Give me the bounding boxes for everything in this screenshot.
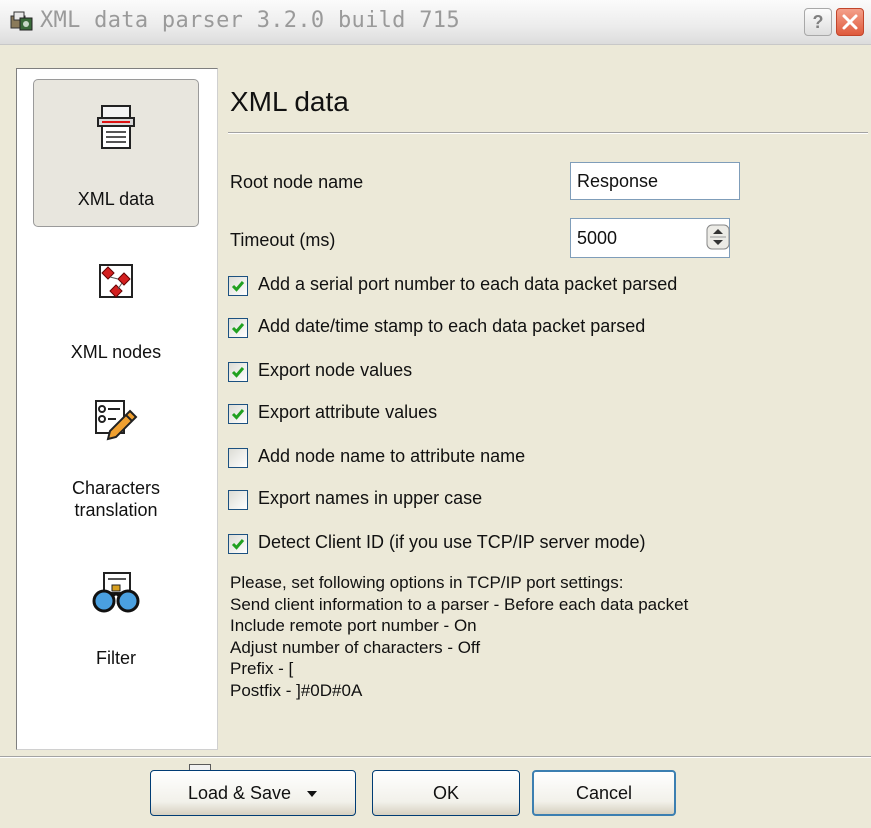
cancel-label: Cancel [575, 783, 633, 803]
info-line: Send client information to a parser - Be… [230, 594, 689, 614]
help-icon: ? [812, 12, 824, 32]
checkbox-label: Add date/time stamp to each data packet … [258, 316, 646, 336]
checkbox-add-date-time[interactable] [228, 318, 248, 338]
checkbox-label: Export node values [258, 360, 413, 380]
title-bar[interactable]: XML data parser 3.2.0 build 715 ? [0, 0, 871, 45]
checkbox-add-node-name[interactable] [228, 448, 248, 468]
checkmark-icon [231, 367, 245, 378]
info-line: Postfix - ]#0D#0A [230, 680, 363, 700]
checkbox-export-attribute-values[interactable] [228, 404, 248, 424]
checkbox-detect-client-id[interactable] [228, 534, 248, 554]
spin-up-down-icon [706, 224, 730, 250]
sidebar-item-xml-data[interactable]: XML data [33, 79, 199, 227]
diamond-nodes-icon [96, 261, 136, 306]
cancel-button[interactable]: Cancel [532, 770, 676, 816]
checkmark-icon [231, 409, 245, 420]
close-icon [842, 14, 858, 30]
ok-button[interactable]: OK [372, 770, 520, 816]
title-divider [228, 132, 868, 134]
root-node-input[interactable] [570, 162, 740, 200]
bottom-divider [0, 756, 871, 758]
sidebar-item-label: XML nodes [70, 342, 162, 362]
timeout-spinner[interactable] [706, 224, 732, 250]
glasses-icon [92, 571, 140, 622]
checkbox-add-serial-port[interactable] [228, 276, 248, 296]
sidebar-item-characters-translation[interactable]: Characters translation [33, 395, 199, 543]
info-line: Please, set following options in TCP/IP … [230, 573, 624, 592]
settings-panel: XML data Root node name Timeout (ms) Add… [228, 68, 868, 748]
sidebar-item-label-line2: translation [74, 500, 158, 520]
tcp-ip-instructions: Please, set following options in TCP/IP … [230, 572, 688, 701]
sidebar: XML data XML nodes Characters translatio… [16, 68, 218, 786]
timeout-label: Timeout (ms) [230, 230, 336, 250]
checkbox-export-node-values[interactable] [228, 362, 248, 382]
window-title: XML data parser 3.2.0 build 715 [40, 8, 460, 33]
checkmark-icon [231, 281, 245, 292]
close-button[interactable] [836, 8, 864, 36]
checkbox-label: Export attribute values [258, 402, 438, 422]
checkbox-label: Add a serial port number to each data pa… [258, 274, 678, 294]
sidebar-item-label: Filter [96, 648, 136, 668]
list-pencil-icon [94, 399, 138, 448]
help-button[interactable]: ? [804, 8, 832, 36]
sidebar-item-label-line1: Characters [71, 478, 161, 498]
checkmark-icon [231, 323, 245, 334]
checkmark-icon [231, 539, 245, 550]
info-line: Prefix - [ [230, 659, 294, 678]
printer-document-icon [96, 104, 136, 157]
checkbox-label: Detect Client ID (if you use TCP/IP serv… [258, 532, 646, 552]
ok-label: OK [432, 783, 459, 803]
load-save-button[interactable]: Load & Save [150, 770, 356, 816]
app-icon [10, 10, 34, 32]
info-line: Adjust number of characters - Off [230, 637, 481, 657]
app-window: XML data parser 3.2.0 build 715 ? XML da… [0, 0, 871, 828]
checkbox-export-upper-case[interactable] [228, 490, 248, 510]
dropdown-arrow-icon [307, 791, 318, 798]
checkbox-label: Export names in upper case [258, 488, 483, 508]
checkbox-label: Add node name to attribute name [258, 446, 526, 466]
load-save-label: Load & Save [187, 783, 292, 803]
page-title: XML data [230, 86, 349, 117]
sidebar-item-filter[interactable]: Filter [33, 565, 199, 713]
info-line: Include remote port number - On [230, 616, 477, 635]
sidebar-item-label: XML data [77, 189, 155, 209]
sidebar-item-xml-nodes[interactable]: XML nodes [33, 245, 199, 393]
root-node-label: Root node name [230, 172, 364, 192]
